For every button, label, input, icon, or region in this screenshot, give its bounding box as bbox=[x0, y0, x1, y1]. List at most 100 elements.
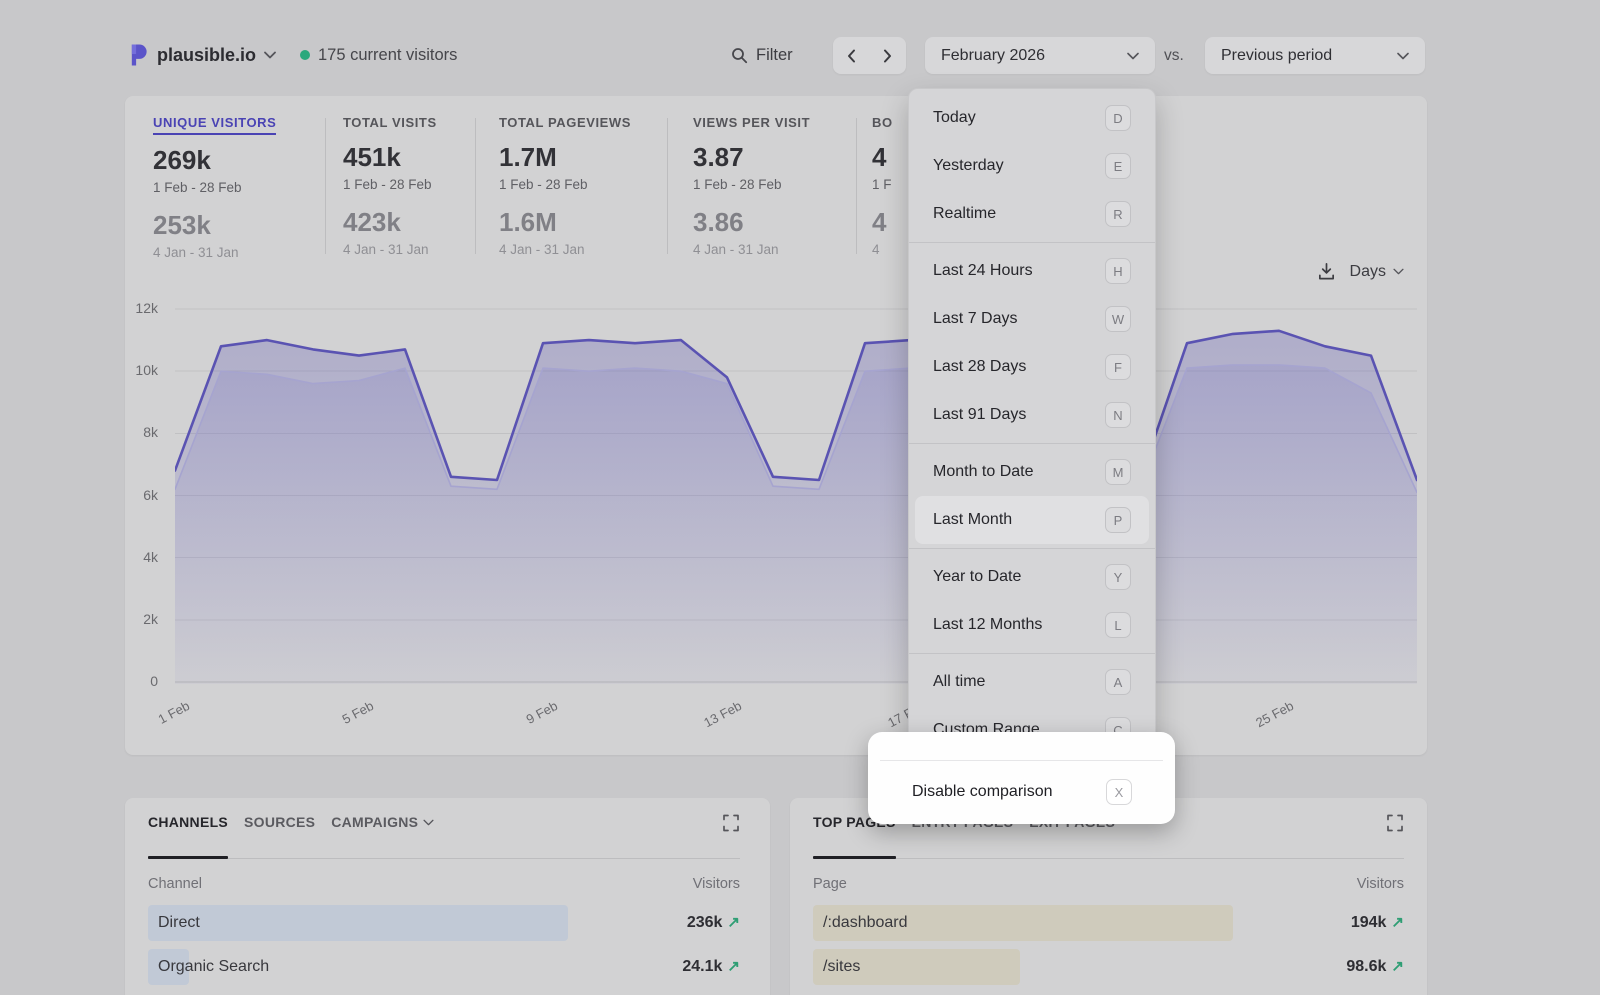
shortcut-badge: Y bbox=[1105, 564, 1131, 590]
shortcut-badge: M bbox=[1105, 459, 1131, 485]
current-visitors-link[interactable]: 175 current visitors bbox=[300, 42, 457, 68]
menu-item-disable-comparison[interactable]: Disable comparison X bbox=[868, 768, 1175, 816]
tab-sources[interactable]: SOURCES bbox=[244, 814, 315, 830]
filter-button[interactable]: Filter bbox=[731, 42, 793, 68]
stat-divider bbox=[667, 118, 668, 254]
menu-item-label: Disable comparison bbox=[912, 783, 1053, 801]
stat-previous-period: 4 Jan - 31 Jan bbox=[499, 242, 631, 257]
column-header-right: Visitors bbox=[693, 876, 740, 892]
menu-item-last-28-days[interactable]: Last 28 DaysF bbox=[909, 343, 1155, 391]
interval-selector[interactable]: Days bbox=[1350, 263, 1404, 281]
shortcut-badge: X bbox=[1106, 779, 1132, 805]
disable-comparison-panel: Disable comparison X bbox=[868, 732, 1175, 824]
table-row-organic-search[interactable]: Organic Search24.1k↗ bbox=[148, 949, 740, 985]
y-tick-label: 8k bbox=[125, 424, 158, 440]
site-switcher[interactable]: plausible.io bbox=[128, 40, 276, 70]
menu-item-month-to-date[interactable]: Month to DateM bbox=[909, 448, 1155, 496]
stat-previous-value: 423k bbox=[343, 207, 437, 238]
tab-campaigns[interactable]: CAMPAIGNS bbox=[331, 814, 434, 830]
shortcut-badge: L bbox=[1105, 612, 1131, 638]
site-name: plausible.io bbox=[157, 45, 256, 66]
menu-separator bbox=[909, 653, 1155, 654]
period-arrows-group bbox=[833, 37, 906, 74]
shortcut-badge: H bbox=[1105, 258, 1131, 284]
row-visitors-value: 98.6k bbox=[1346, 958, 1386, 975]
menu-separator bbox=[880, 760, 1163, 761]
stat-previous-value: 253k bbox=[153, 210, 276, 241]
stat-divider bbox=[475, 118, 476, 254]
menu-item-last-month[interactable]: Last MonthP bbox=[915, 496, 1149, 544]
stat-label: TOTAL PAGEVIEWS bbox=[499, 115, 631, 130]
download-icon[interactable] bbox=[1317, 262, 1336, 281]
menu-item-label: Last 91 Days bbox=[933, 406, 1026, 424]
pages-card: TOP PAGESENTRY PAGESEXIT PAGESPageVisito… bbox=[790, 798, 1427, 995]
x-tick-label: 9 Feb bbox=[524, 698, 560, 727]
stat-total-pageviews[interactable]: TOTAL PAGEVIEWS1.7M1 Feb - 28 Feb1.6M4 J… bbox=[499, 114, 631, 257]
chevron-down-icon bbox=[264, 51, 276, 59]
filter-label: Filter bbox=[756, 46, 793, 65]
row-visitors-value: 194k bbox=[1351, 914, 1387, 931]
channels-card: CHANNELS SOURCES CAMPAIGNS Channel Visitors D… bbox=[125, 798, 770, 995]
menu-item-label: Today bbox=[933, 109, 976, 127]
stat-unique-visitors[interactable]: UNIQUE VISITORS269k1 Feb - 28 Feb253k4 J… bbox=[153, 114, 276, 260]
row-visitors-value: 24.1k bbox=[682, 958, 722, 975]
shortcut-badge: F bbox=[1105, 354, 1131, 380]
menu-item-label: Last 12 Months bbox=[933, 616, 1042, 634]
column-header-left: Page bbox=[813, 876, 847, 892]
tab-channels[interactable]: CHANNELS bbox=[148, 814, 228, 830]
menu-item-year-to-date[interactable]: Year to DateY bbox=[909, 553, 1155, 601]
channels-tabs: CHANNELS SOURCES CAMPAIGNS bbox=[148, 814, 740, 830]
stat-period: 1 F bbox=[872, 177, 893, 192]
shortcut-badge: R bbox=[1105, 201, 1131, 227]
shortcut-badge: W bbox=[1105, 306, 1131, 332]
column-header-left: Channel bbox=[148, 876, 202, 892]
previous-period-arrow-button[interactable] bbox=[833, 37, 870, 74]
table-row-dashboard[interactable]: /:dashboard 194k↗ bbox=[813, 905, 1404, 941]
tab-label: CHANNELS bbox=[148, 814, 228, 830]
stat-period: 1 Feb - 28 Feb bbox=[499, 177, 631, 192]
trend-up-arrow-icon: ↗ bbox=[1391, 958, 1404, 975]
stat-total-visits[interactable]: TOTAL VISITS451k1 Feb - 28 Feb423k4 Jan … bbox=[343, 114, 437, 257]
table-row-sites[interactable]: /sites98.6k↗ bbox=[813, 949, 1404, 985]
channels-column-headers: Channel Visitors bbox=[148, 876, 740, 892]
chevron-down-icon bbox=[423, 819, 434, 826]
stat-previous-value: 1.6M bbox=[499, 207, 631, 238]
table-row-direct[interactable]: Direct236k↗ bbox=[148, 905, 740, 941]
y-tick-label: 6k bbox=[125, 487, 158, 503]
chevron-down-icon bbox=[1393, 268, 1404, 275]
menu-item-today[interactable]: TodayD bbox=[909, 94, 1155, 142]
menu-item-last-24-hours[interactable]: Last 24 Hours H bbox=[909, 247, 1155, 295]
row-name: /:dashboard bbox=[823, 905, 908, 941]
visitors-chart[interactable] bbox=[175, 306, 1417, 689]
menu-item-all-time[interactable]: All timeA bbox=[909, 658, 1155, 706]
menu-item-last-12-months[interactable]: Last 12 Months L bbox=[909, 601, 1155, 649]
expand-icon[interactable] bbox=[1386, 814, 1404, 837]
stat-views-per-visit[interactable]: VIEWS PER VISIT3.871 Feb - 28 Feb3.864 J… bbox=[693, 114, 810, 257]
menu-item-yesterday[interactable]: YesterdayE bbox=[909, 142, 1155, 190]
chevron-down-icon bbox=[1127, 52, 1139, 60]
menu-item-realtime[interactable]: RealtimeR bbox=[909, 190, 1155, 238]
y-tick-label: 0 bbox=[125, 673, 158, 689]
menu-item-last-7-days[interactable]: Last 7 DaysW bbox=[909, 295, 1155, 343]
comparison-selector[interactable]: Previous period bbox=[1205, 37, 1425, 74]
y-tick-label: 4k bbox=[125, 549, 158, 565]
stat-value: 269k bbox=[153, 145, 276, 176]
stat-previous-value: 4 bbox=[872, 207, 893, 238]
menu-item-last-91-days[interactable]: Last 91 DaysN bbox=[909, 391, 1155, 439]
stat-bo[interactable]: BO41 F44 bbox=[872, 114, 893, 257]
date-range-selector[interactable]: February 2026 bbox=[925, 37, 1155, 74]
expand-icon[interactable] bbox=[722, 814, 740, 837]
y-tick-label: 12k bbox=[125, 300, 158, 316]
menu-item-label: Yesterday bbox=[933, 157, 1004, 175]
row-name: Direct bbox=[158, 905, 200, 941]
interval-label: Days bbox=[1350, 263, 1386, 281]
row-bar bbox=[148, 905, 568, 941]
y-tick-label: 2k bbox=[125, 611, 158, 627]
next-period-arrow-button[interactable] bbox=[870, 37, 907, 74]
row-visitors: 24.1k↗ bbox=[682, 949, 740, 985]
menu-item-label: Last 24 Hours bbox=[933, 262, 1033, 280]
area-february-2026 bbox=[175, 331, 1417, 684]
stat-value: 4 bbox=[872, 142, 893, 173]
trend-up-arrow-icon: ↗ bbox=[1391, 914, 1404, 931]
stat-previous-period: 4 Jan - 31 Jan bbox=[693, 242, 810, 257]
